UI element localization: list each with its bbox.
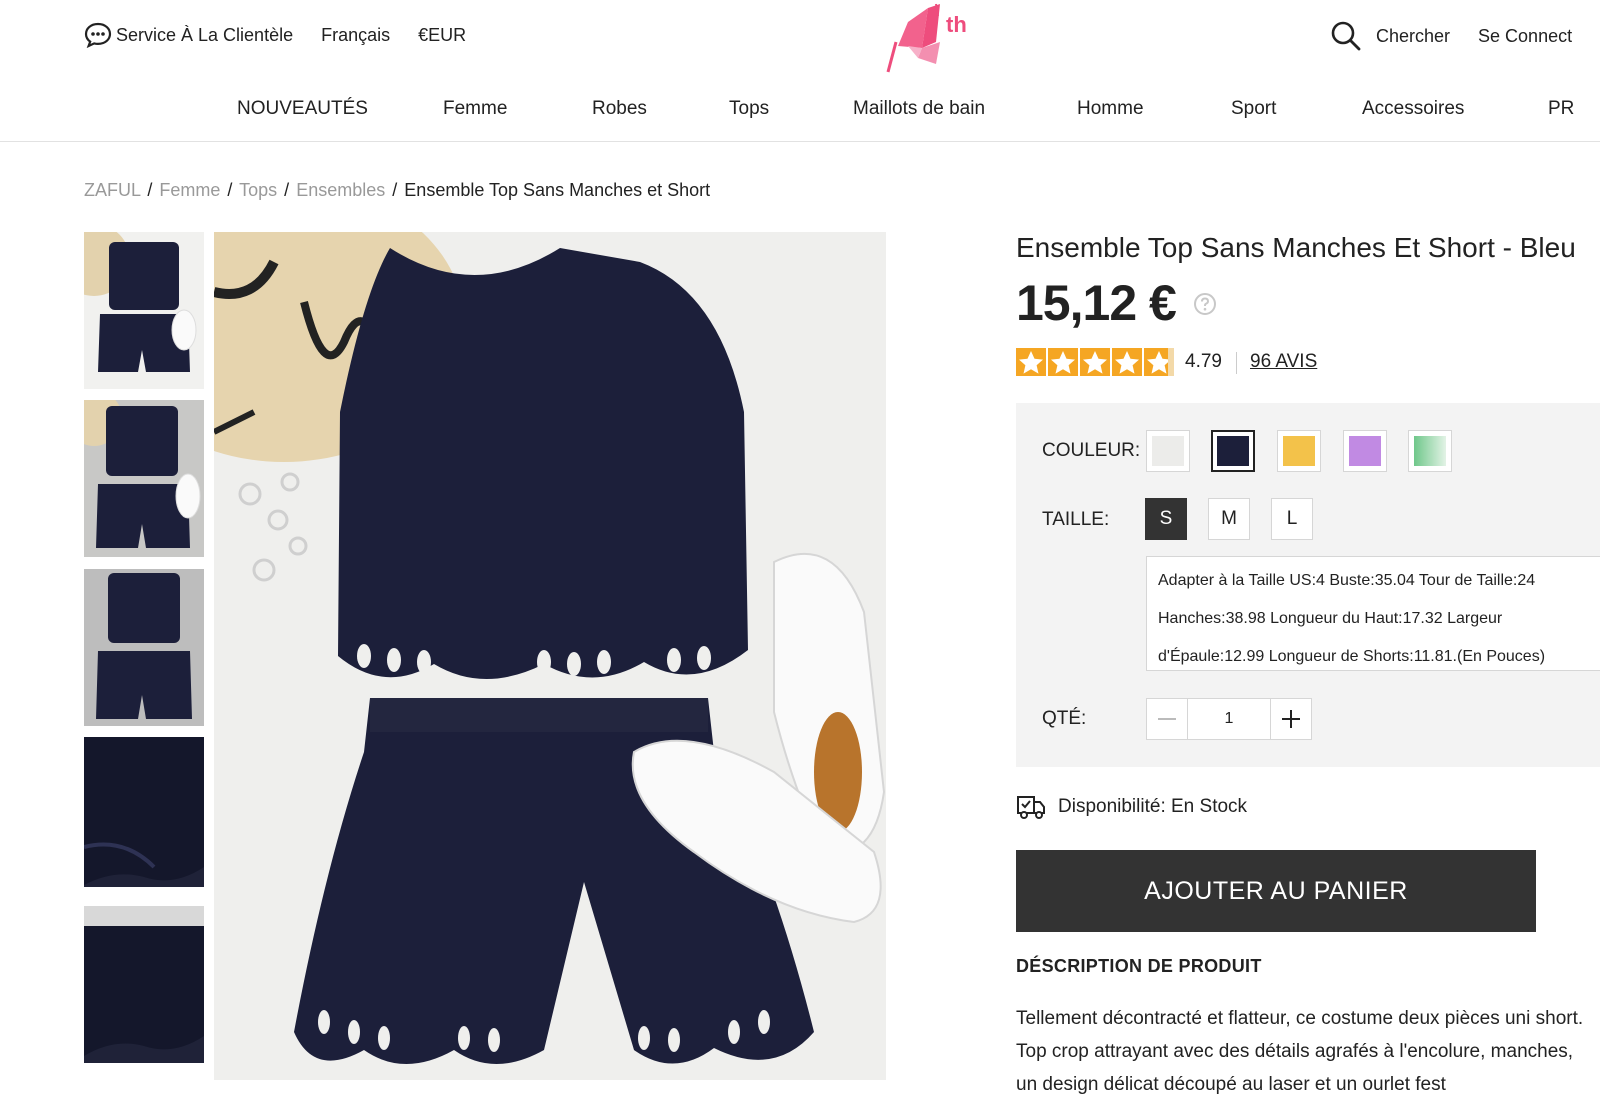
utility-left: Service À La Clientèle Français €EUR (84, 22, 494, 48)
size-option-s[interactable]: S (1145, 498, 1187, 540)
nav-item-maillots-de-bain[interactable]: Maillots de bain (853, 98, 985, 120)
top-utility-bar: Service À La Clientèle Français €EUR th … (0, 0, 1600, 73)
breadcrumb-separator: / (284, 180, 290, 200)
quantity-label: QTÉ: (1042, 708, 1087, 729)
swatch-fill (1349, 436, 1381, 466)
breadcrumb-separator: / (392, 180, 398, 200)
search-link[interactable]: Chercher (1376, 26, 1450, 47)
breadcrumb: ZAFUL / Femme / Tops / Ensembles / Ensem… (84, 180, 710, 201)
product-photo (214, 232, 886, 1080)
star-icon (1048, 348, 1078, 376)
product-title: Ensemble Top Sans Manches Et Short - Ble… (1016, 232, 1576, 263)
thumbnail-image (84, 400, 201, 548)
main-product-image[interactable] (214, 232, 886, 1080)
thumbnail-image (84, 737, 204, 894)
customer-service-link[interactable]: Service À La Clientèle (116, 25, 293, 46)
product-thumbnail-3[interactable] (84, 569, 204, 726)
color-swatch-purple[interactable] (1343, 430, 1387, 472)
color-swatch-navy[interactable] (1211, 430, 1255, 472)
main-navigation: NOUVEAUTÉS Femme Robes Tops Maillots de … (0, 92, 1600, 142)
availability-text: Disponibilité: En Stock (1058, 796, 1248, 817)
description-text: Tellement décontracté et flatteur, ce co… (1016, 1008, 1584, 1095)
color-swatch-yellow[interactable] (1277, 430, 1321, 472)
nav-item-tops[interactable]: Tops (729, 98, 769, 120)
size-guide-box: Adapter à la Taille US:4 Buste:35.04 Tou… (1146, 556, 1600, 671)
nav-item-nouveautes[interactable]: NOUVEAUTÉS (237, 98, 368, 120)
rating-stars (1016, 348, 1176, 376)
login-link[interactable]: Se Connect (1478, 26, 1572, 47)
plus-icon (1282, 710, 1301, 728)
breadcrumb-link-home[interactable]: ZAFUL (84, 180, 140, 200)
search-icon[interactable] (1330, 20, 1362, 52)
star-icon (1112, 348, 1142, 376)
logo-text: th (946, 12, 967, 37)
help-icon[interactable] (1193, 292, 1217, 316)
thumbnail-image (84, 906, 204, 1056)
chat-bubble-icon[interactable] (84, 22, 112, 48)
nav-item-robes[interactable]: Robes (592, 98, 647, 120)
description-heading: DÉSCRIPTION DE PRODUIT (1016, 956, 1262, 976)
breadcrumb-link-femme[interactable]: Femme (159, 180, 220, 200)
size-option-l[interactable]: L (1271, 498, 1313, 540)
breadcrumb-separator: / (227, 180, 233, 200)
minus-icon (1157, 718, 1176, 720)
star-icon (1080, 348, 1110, 376)
quantity-increase-button[interactable] (1271, 699, 1311, 739)
quantity-input[interactable]: 1 (1186, 699, 1272, 739)
breadcrumb-separator: / (147, 180, 153, 200)
delivery-truck-icon (1017, 796, 1045, 819)
rating-divider (1236, 352, 1237, 374)
reviews-link[interactable]: 96 AVIS (1250, 351, 1317, 373)
product-thumbnail-1[interactable] (84, 232, 204, 389)
star-icon (1144, 348, 1174, 376)
size-guide-line: Hanches:38.98 Longueur du Haut:17.32 Lar… (1158, 610, 1503, 627)
star-icon (1016, 348, 1046, 376)
size-label: TAILLE: (1042, 509, 1110, 530)
availability-row: Disponibilité: En Stock (1016, 793, 1247, 821)
swatch-fill (1414, 436, 1446, 466)
size-guide-line: d'Épaule:12.99 Longueur de Shorts:11.81.… (1158, 648, 1546, 665)
thumbnail-image (96, 573, 192, 719)
thumbnail-image (84, 232, 197, 372)
nav-item-homme[interactable]: Homme (1077, 98, 1144, 120)
rating-value: 4.79 (1185, 351, 1222, 372)
color-swatch-white[interactable] (1146, 430, 1190, 472)
size-guide-line: Adapter à la Taille US:4 Buste:35.04 Tou… (1158, 572, 1536, 589)
size-option-m[interactable]: M (1208, 498, 1250, 540)
swatch-fill (1283, 436, 1315, 466)
product-thumbnail-5[interactable] (84, 906, 204, 1063)
quantity-stepper: 1 (1146, 698, 1312, 740)
breadcrumb-link-tops[interactable]: Tops (239, 180, 277, 200)
product-thumbnail-2[interactable] (84, 400, 204, 557)
quantity-decrease-button[interactable] (1147, 699, 1187, 739)
utility-right: Chercher Se Connect (1330, 20, 1572, 52)
color-label: COULEUR: (1042, 440, 1141, 461)
nav-item-sport[interactable]: Sport (1231, 98, 1276, 120)
swatch-fill (1152, 436, 1184, 466)
breadcrumb-current: Ensemble Top Sans Manches et Short (404, 180, 711, 200)
nav-item-promo[interactable]: PR (1548, 98, 1574, 120)
swatch-fill (1217, 436, 1249, 466)
add-to-cart-button[interactable]: AJOUTER AU PANIER (1016, 850, 1536, 932)
nav-item-femme[interactable]: Femme (443, 98, 507, 120)
breadcrumb-link-ensembles[interactable]: Ensembles (296, 180, 385, 200)
currency-selector[interactable]: €EUR (418, 25, 466, 46)
product-thumbnail-4[interactable] (84, 737, 204, 894)
nav-item-accessoires[interactable]: Accessoires (1362, 98, 1464, 120)
brand-logo[interactable]: th (878, 2, 978, 76)
language-selector[interactable]: Français (321, 25, 390, 46)
product-price: 15,12 € (1016, 275, 1177, 331)
color-swatch-green[interactable] (1408, 430, 1452, 472)
